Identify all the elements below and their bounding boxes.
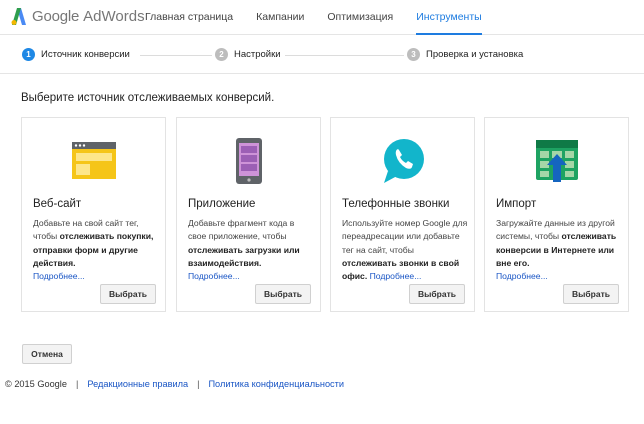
page-heading: Выберите источник отслеживаемых конверси… bbox=[21, 92, 275, 104]
step-number: 1 bbox=[22, 48, 35, 61]
footer-privacy-policy-link[interactable]: Политика конфиденциальности bbox=[208, 379, 344, 389]
adwords-logo[interactable]: Google AdWords bbox=[11, 7, 145, 26]
learn-more-link[interactable]: Подробнее... bbox=[188, 271, 240, 281]
footer-separator: | bbox=[75, 379, 79, 389]
select-website-button[interactable]: Выбрать bbox=[100, 284, 156, 304]
step-3: 3 Проверка и установка bbox=[407, 48, 528, 61]
cancel-button[interactable]: Отмена bbox=[22, 344, 72, 364]
select-phone-calls-button[interactable]: Выбрать bbox=[409, 284, 465, 304]
select-app-button[interactable]: Выбрать bbox=[255, 284, 311, 304]
adwords-logo-icon bbox=[11, 8, 26, 25]
footer-copyright: © 2015 Google bbox=[5, 379, 67, 389]
step-label: Настройки bbox=[234, 49, 281, 60]
step-label: Источник конверсии bbox=[41, 49, 130, 60]
phone-call-icon bbox=[383, 139, 424, 183]
top-navigation-bar: Google AdWords Главная страница Кампании… bbox=[0, 0, 644, 35]
source-card-phone-calls[interactable]: Телефонные звонки Используйте номер Goog… bbox=[330, 117, 475, 312]
wizard-stepper: 1 Источник конверсии 2 Настройки 3 Прове… bbox=[0, 36, 644, 74]
step-2: 2 Настройки bbox=[215, 48, 285, 61]
card-desc-bold: отслеживать загрузки или взаимодействия. bbox=[188, 244, 300, 268]
step-number: 3 bbox=[407, 48, 420, 61]
nav-tools[interactable]: Инструменты bbox=[416, 0, 482, 35]
card-description: Добавьте на свой сайт тег, чтобы отслежи… bbox=[33, 217, 159, 283]
card-description: Добавьте фрагмент кода в свое приложение… bbox=[188, 217, 314, 283]
card-title: Телефонные звонки bbox=[342, 198, 450, 210]
main-nav: Главная страница Кампании Оптимизация Ин… bbox=[145, 0, 505, 35]
card-title: Приложение bbox=[188, 198, 256, 210]
learn-more-link[interactable]: Подробнее... bbox=[370, 271, 422, 281]
import-icon bbox=[535, 140, 578, 182]
step-connector bbox=[282, 55, 404, 56]
learn-more-link[interactable]: Подробнее... bbox=[496, 271, 548, 281]
nav-optimization[interactable]: Оптимизация bbox=[327, 0, 393, 35]
card-title: Импорт bbox=[496, 198, 537, 210]
step-label: Проверка и установка bbox=[426, 49, 524, 60]
source-card-import[interactable]: Импорт Загружайте данные из другой систе… bbox=[484, 117, 629, 312]
card-desc-text: Добавьте фрагмент кода в свое приложение… bbox=[188, 218, 295, 242]
card-title: Веб-сайт bbox=[33, 198, 82, 210]
logo-product-text: AdWords bbox=[83, 8, 145, 25]
footer: © 2015 Google | Редакционные правила | П… bbox=[5, 379, 344, 389]
select-import-button[interactable]: Выбрать bbox=[563, 284, 619, 304]
card-description: Используйте номер Google для переадресац… bbox=[342, 217, 468, 283]
card-desc-text: Используйте номер Google для переадресац… bbox=[342, 218, 468, 255]
app-phone-icon bbox=[235, 138, 262, 184]
nav-campaigns[interactable]: Кампании bbox=[256, 0, 304, 35]
card-description: Загружайте данные из другой системы, что… bbox=[496, 217, 622, 283]
step-number: 2 bbox=[215, 48, 228, 61]
website-icon bbox=[71, 142, 116, 179]
source-card-website[interactable]: Веб-сайт Добавьте на свой сайт тег, чтоб… bbox=[21, 117, 166, 312]
learn-more-link[interactable]: Подробнее... bbox=[33, 271, 85, 281]
footer-editorial-policy-link[interactable]: Редакционные правила bbox=[87, 379, 188, 389]
logo-google-text: Google bbox=[32, 8, 80, 25]
step-1: 1 Источник конверсии bbox=[22, 48, 134, 61]
footer-separator: | bbox=[197, 379, 200, 389]
nav-home[interactable]: Главная страница bbox=[145, 0, 233, 35]
step-connector bbox=[140, 55, 212, 56]
source-card-app[interactable]: Приложение Добавьте фрагмент кода в свое… bbox=[176, 117, 321, 312]
